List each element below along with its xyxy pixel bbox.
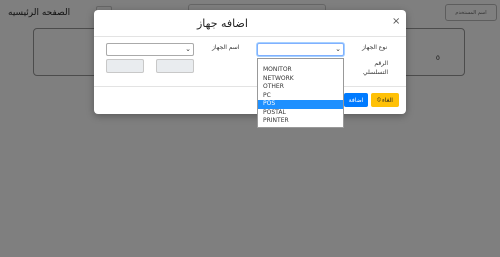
close-icon[interactable]: × [392, 16, 400, 27]
cancel-icon: ⦸ [377, 96, 381, 103]
modal-footer-divider [94, 86, 406, 87]
serial-input-right[interactable] [156, 59, 194, 73]
option-postal[interactable]: POSTAL [258, 109, 343, 118]
option-other[interactable]: OTHER [258, 83, 343, 92]
device-type-options: MONITOR NETWORK OTHER PC POS POSTAL PRIN… [257, 58, 344, 128]
option-monitor[interactable]: MONITOR [258, 66, 343, 75]
device-type-label: نوع الجهاز [362, 44, 388, 51]
cancel-button-label: الغاء [381, 96, 393, 104]
option-network[interactable]: NETWORK [258, 75, 343, 84]
option-printer[interactable]: PRINTER [258, 117, 343, 126]
device-name-label: اسم الجهاز [212, 44, 240, 51]
chevron-down-icon: ⌄ [335, 45, 341, 53]
modal-header: × اضافه جهاز [94, 10, 406, 37]
modal-title: اضافه جهاز [197, 17, 248, 30]
option-pos[interactable]: POS [258, 100, 343, 109]
device-type-select[interactable]: ⌄ [257, 43, 344, 56]
serial-number-label: الرقم التسلسلي [363, 60, 388, 76]
device-name-select[interactable]: ⌄ [106, 43, 194, 56]
cancel-button[interactable]: ⦸ الغاء [371, 93, 399, 107]
option-pc[interactable]: PC [258, 92, 343, 101]
chevron-down-icon: ⌄ [185, 45, 191, 53]
add-device-modal: × اضافه جهاز نوع الجهاز اسم الجهاز الرقم… [94, 10, 406, 114]
add-button[interactable]: اضافة [344, 93, 368, 107]
serial-input-left[interactable] [106, 59, 144, 73]
add-button-label: اضافة [348, 96, 364, 104]
